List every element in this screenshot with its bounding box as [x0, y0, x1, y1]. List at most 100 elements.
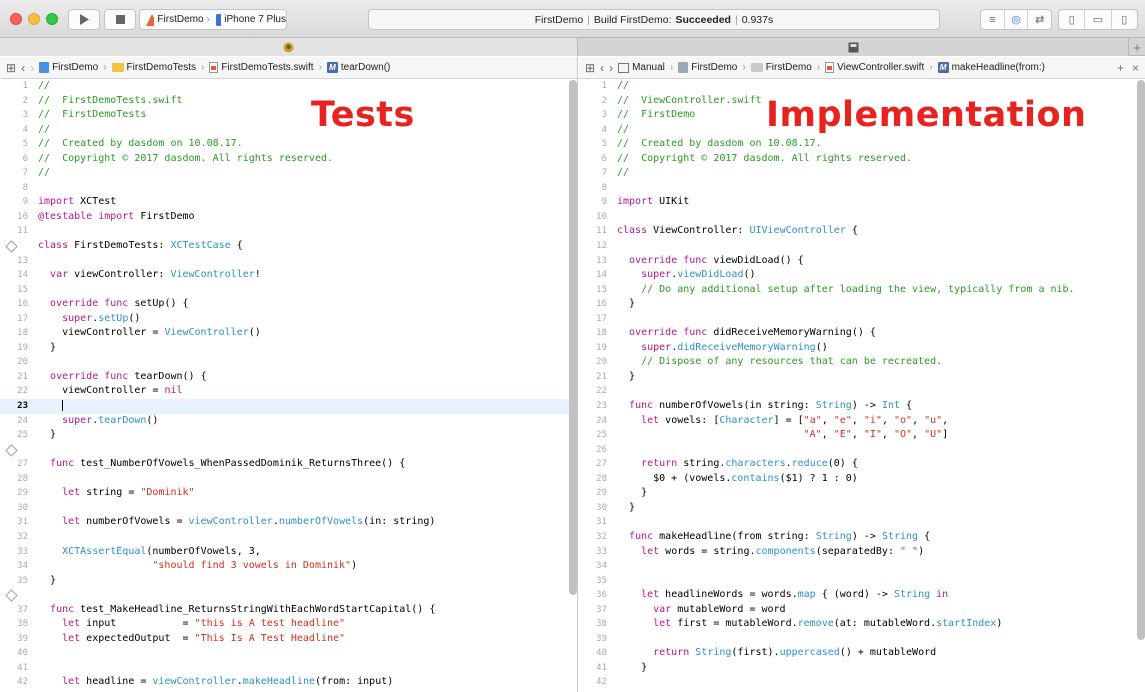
code-line[interactable]: 14 super.viewDidLoad() — [579, 268, 1145, 283]
close-window-button[interactable] — [10, 13, 22, 25]
code-line[interactable]: 32 — [0, 530, 577, 545]
code-line[interactable]: 4 // — [0, 123, 577, 138]
jump-group[interactable]: FirstDemo — [750, 62, 812, 73]
tab-assistant[interactable] — [0, 38, 578, 56]
code-line[interactable]: 24 super.tearDown() — [0, 414, 577, 429]
code-line[interactable]: 38 let first = mutableWord.remove(at: mu… — [579, 617, 1145, 632]
code-line[interactable]: 7 // — [0, 166, 577, 181]
code-line[interactable]: 15 — [0, 283, 577, 298]
jump-project[interactable]: FirstDemo — [39, 62, 98, 73]
code-line[interactable]: 42 — [579, 675, 1145, 690]
jump-folder[interactable]: FirstDemoTests — [111, 62, 196, 73]
code-line[interactable]: 24 let vowels: [Character] = ["a", "e", … — [579, 414, 1145, 429]
code-line[interactable]: 23 func numberOfVowels(in string: String… — [579, 399, 1145, 414]
related-items-icon[interactable]: ⊞ — [6, 61, 16, 75]
code-line[interactable]: 22 — [579, 384, 1145, 399]
code-line[interactable]: 11 — [0, 224, 577, 239]
utilities-toggle-icon[interactable]: ▯ — [1112, 10, 1137, 29]
code-line[interactable]: 21 override func tearDown() { — [0, 370, 577, 385]
code-line[interactable]: 31 let numberOfVowels = viewController.n… — [0, 515, 577, 530]
code-line[interactable]: 22 viewController = nil — [0, 384, 577, 399]
code-line[interactable]: 9 import XCTest — [0, 195, 577, 210]
jump-symbol[interactable]: MtearDown() — [326, 62, 390, 73]
code-line[interactable]: 29 } — [579, 486, 1145, 501]
code-line[interactable]: 25 } — [0, 428, 577, 443]
new-tab-button[interactable]: + — [1128, 38, 1145, 56]
code-line[interactable]: 8 — [0, 181, 577, 196]
code-line[interactable] — [0, 443, 577, 458]
code-line[interactable]: 37 var mutableWord = word — [579, 603, 1145, 618]
scheme-selector[interactable]: FirstDemo › iPhone 7 Plus — [139, 9, 287, 30]
code-line[interactable]: 6 // Copyright © 2017 dasdom. All rights … — [579, 152, 1145, 167]
code-line[interactable]: 27 return string.characters.reduce(0) { — [579, 457, 1145, 472]
code-line[interactable]: 14 var viewController: ViewController! — [0, 268, 577, 283]
code-line[interactable]: 27 func test_NumberOfVowels_WhenPassedDo… — [0, 457, 577, 472]
code-line[interactable]: 39 let expectedOutput = "This Is A Test … — [0, 632, 577, 647]
code-line[interactable]: 34 "should find 3 vowels in Dominik") — [0, 559, 577, 574]
back-icon[interactable]: ‹ — [21, 61, 25, 75]
code-line[interactable]: 32 func makeHeadline(from string: String… — [579, 530, 1145, 545]
code-line[interactable]: 8 — [579, 181, 1145, 196]
code-line[interactable]: 5 // Created by dasdom on 10.08.17. — [579, 137, 1145, 152]
code-line[interactable]: 29 let string = "Dominik" — [0, 486, 577, 501]
code-line[interactable]: 16 override func setUp() { — [0, 297, 577, 312]
test-diamond-icon[interactable] — [5, 589, 18, 602]
code-line[interactable]: 18 override func didReceiveMemoryWarning… — [579, 326, 1145, 341]
view-toggle-control[interactable]: ▯ ▭ ▯ — [1058, 9, 1138, 30]
code-line[interactable]: 23 — [0, 399, 577, 414]
assistant-editor-icon[interactable]: ◎ — [1005, 10, 1029, 29]
jump-project[interactable]: FirstDemo — [678, 62, 737, 73]
code-line[interactable]: 13 override func viewDidLoad() { — [579, 254, 1145, 269]
code-line[interactable]: 35 } — [0, 574, 577, 589]
debug-area-toggle-icon[interactable]: ▭ — [1085, 10, 1112, 29]
code-line[interactable]: 10 @testable import FirstDemo — [0, 210, 577, 225]
code-line[interactable]: 6 // Copyright © 2017 dasdom. All rights … — [0, 152, 577, 167]
code-line[interactable]: 26 — [579, 443, 1145, 458]
code-line[interactable]: 40 — [0, 646, 577, 661]
minimize-window-button[interactable] — [28, 13, 40, 25]
code-line[interactable]: 5 // Created by dasdom on 10.08.17. — [0, 137, 577, 152]
code-line[interactable]: 9 import UIKit — [579, 195, 1145, 210]
version-editor-icon[interactable]: ⇄ — [1028, 10, 1051, 29]
close-editor-icon[interactable]: × — [1132, 61, 1139, 75]
code-line[interactable]: 33 XCTAssertEqual(numberOfVowels, 3, — [0, 545, 577, 560]
test-diamond-icon[interactable] — [5, 444, 18, 457]
code-line[interactable]: 42 let headline = viewController.makeHea… — [0, 675, 577, 690]
code-line[interactable]: 7 // — [579, 166, 1145, 181]
code-line[interactable]: 31 — [579, 515, 1145, 530]
test-diamond-icon[interactable] — [5, 240, 18, 253]
code-line[interactable]: 34 — [579, 559, 1145, 574]
code-line[interactable]: 21 } — [579, 370, 1145, 385]
code-line[interactable]: 19 } — [0, 341, 577, 356]
code-line[interactable]: 28 — [0, 472, 577, 487]
code-line[interactable]: 20 — [0, 355, 577, 370]
code-line[interactable]: 17 super.setUp() — [0, 312, 577, 327]
code-line[interactable]: 10 — [579, 210, 1145, 225]
forward-icon[interactable]: › — [609, 61, 613, 75]
code-line[interactable]: 30 — [0, 501, 577, 516]
code-line[interactable]: class FirstDemoTests: XCTestCase { — [0, 239, 577, 254]
forward-icon[interactable]: › — [30, 61, 34, 75]
jump-file[interactable]: FirstDemoTests.swift — [209, 62, 314, 73]
stop-button[interactable] — [104, 9, 136, 30]
jump-symbol[interactable]: MmakeHeadline(from:) — [937, 62, 1045, 73]
code-line[interactable]: 33 let words = string.components(separat… — [579, 545, 1145, 560]
code-line[interactable] — [0, 588, 577, 603]
code-line[interactable]: 37 func test_MakeHeadline_ReturnsStringW… — [0, 603, 577, 618]
code-line[interactable]: 40 return String(first).uppercased() + m… — [579, 646, 1145, 661]
back-icon[interactable]: ‹ — [600, 61, 604, 75]
code-line[interactable]: 3 // FirstDemoTests — [0, 108, 577, 123]
left-scrollbar[interactable] — [569, 80, 577, 595]
tests-source-code[interactable]: 1 // 2 // FirstDemoTests.swift 3 // FirstDemo… — [0, 79, 577, 692]
code-line[interactable]: 35 — [579, 574, 1145, 589]
related-items-icon[interactable]: ⊞ — [585, 61, 595, 75]
code-line[interactable]: 39 — [579, 632, 1145, 647]
code-line[interactable]: 17 — [579, 312, 1145, 327]
code-line[interactable]: 2 // FirstDemoTests.swift — [0, 94, 577, 109]
code-line[interactable]: 18 viewController = ViewController() — [0, 326, 577, 341]
code-line[interactable]: 38 let input = "this is A test headline" — [0, 617, 577, 632]
run-button[interactable] — [68, 9, 100, 30]
code-line[interactable]: 30 } — [579, 501, 1145, 516]
code-line[interactable]: 12 — [579, 239, 1145, 254]
code-line[interactable]: 1 // — [579, 79, 1145, 94]
